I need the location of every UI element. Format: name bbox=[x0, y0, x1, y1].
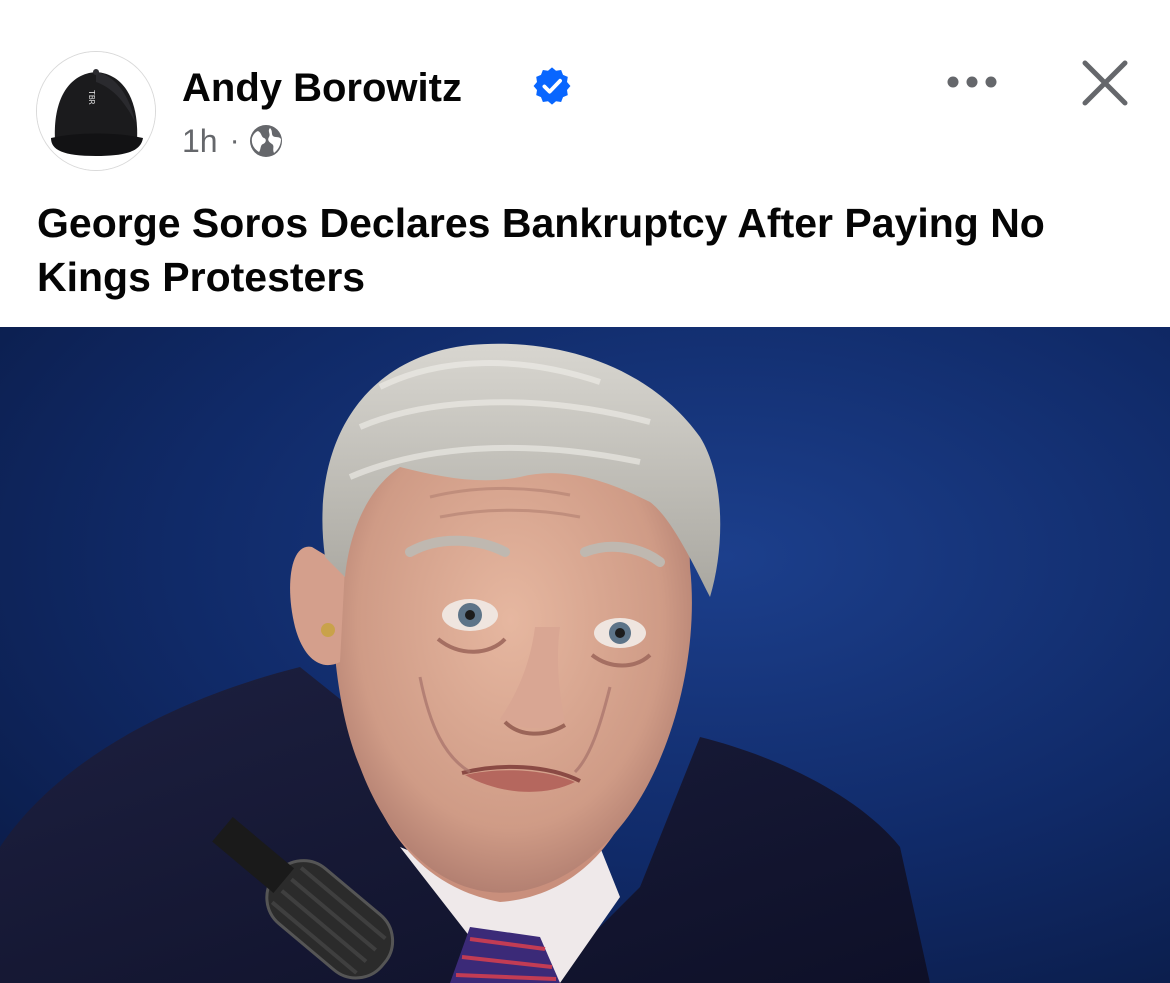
author-avatar[interactable]: TBR bbox=[36, 51, 156, 171]
cap-icon: TBR bbox=[37, 52, 155, 170]
meta-separator: · bbox=[229, 124, 240, 157]
verified-badge-icon bbox=[533, 67, 571, 105]
svg-text:TBR: TBR bbox=[87, 90, 96, 105]
post-headline: George Soros Declares Bankruptcy After P… bbox=[37, 200, 1045, 300]
author-name[interactable]: Andy Borowitz bbox=[182, 64, 462, 112]
globe-icon bbox=[249, 125, 282, 157]
post-timestamp[interactable]: 1h bbox=[182, 123, 218, 160]
post-meta: 1h · bbox=[182, 120, 284, 162]
post-header: TBR Andy Borowitz 1h · bbox=[0, 0, 1170, 190]
post-card: TBR Andy Borowitz 1h · George Soros Decl… bbox=[0, 0, 1170, 983]
close-button[interactable] bbox=[1074, 52, 1136, 114]
more-options-button[interactable] bbox=[940, 60, 1004, 104]
post-photo[interactable] bbox=[0, 327, 1170, 983]
ellipsis-icon bbox=[947, 76, 997, 88]
close-icon bbox=[1082, 60, 1128, 106]
portrait-photo bbox=[0, 327, 1170, 983]
